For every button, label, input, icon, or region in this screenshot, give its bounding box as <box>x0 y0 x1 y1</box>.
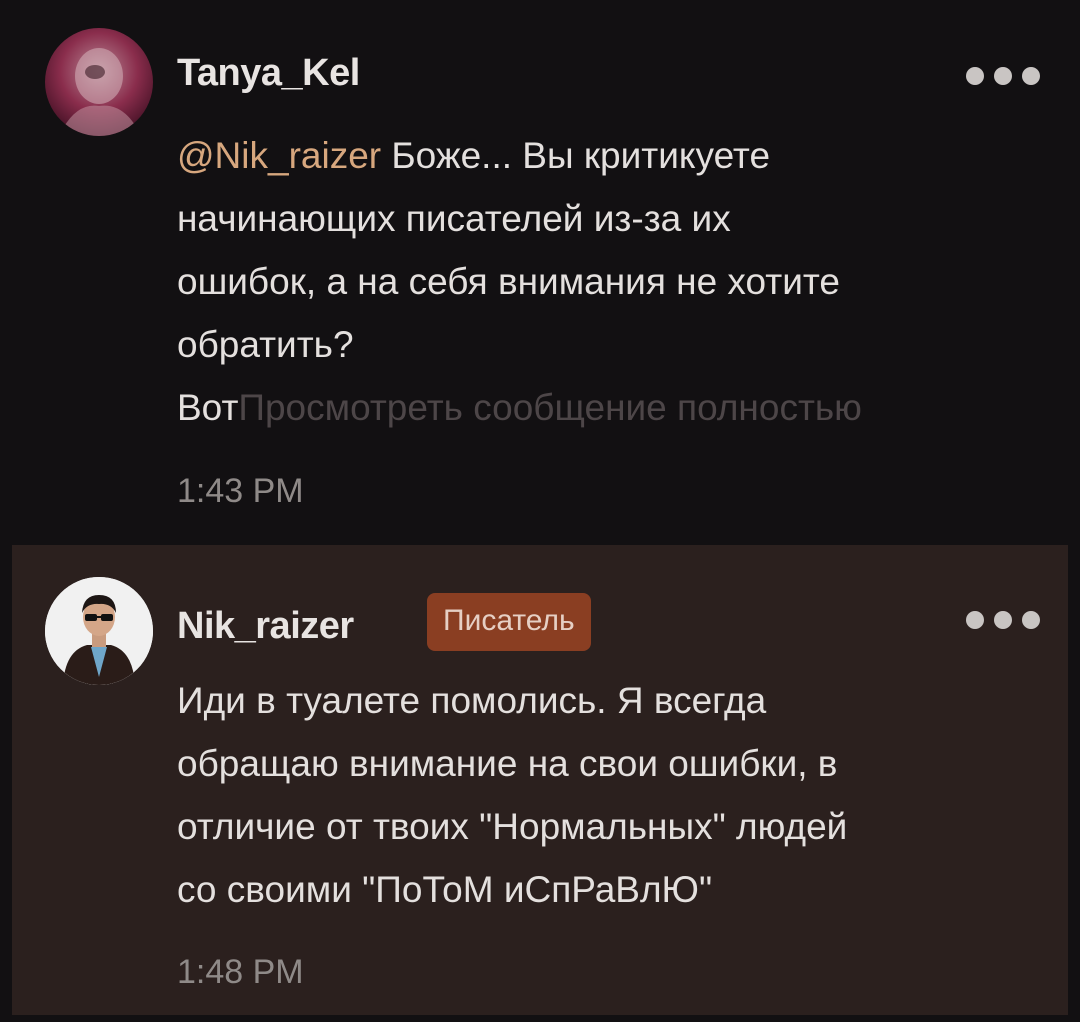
user-avatar-photo-icon <box>45 28 153 136</box>
show-full-message-link[interactable]: Просмотреть сообщение полностью <box>238 387 862 428</box>
more-options-icon[interactable] <box>966 61 1040 91</box>
comment-text-line: ошибок, а на себя внимания не хотите <box>177 261 841 302</box>
comment-item-highlighted: Nik_raizer Писатель Иди в туалете помоли… <box>12 545 1068 1015</box>
user-avatar[interactable] <box>45 577 153 685</box>
user-avatar[interactable] <box>45 28 153 136</box>
comment-text-line: обратить? <box>177 324 354 365</box>
comment-text-line: со своими "ПоТоМ иСпРаВлЮ" <box>177 869 713 910</box>
comment-text-line: начинающих писателей из-за их <box>177 198 731 239</box>
comment-text: Иди в туалете помолись. Я всегда обращаю… <box>177 669 847 921</box>
timestamp: 1:48 PM <box>177 953 304 991</box>
more-options-icon[interactable] <box>966 605 1040 635</box>
username[interactable]: Tanya_Kel <box>177 52 360 95</box>
username[interactable]: Nik_raizer <box>177 605 354 648</box>
comment-text: @Nik_raizer Боже... Вы критикуете начина… <box>177 124 862 439</box>
user-avatar-sunglasses-icon <box>45 577 153 685</box>
comment-thread: Tanya_Kel @Nik_raizer Боже... Вы критику… <box>0 0 1080 1022</box>
timestamp: 1:43 PM <box>177 472 304 510</box>
comment-text-line: обращаю внимание на свои ошибки, в <box>177 743 838 784</box>
comment-text-line: Иди в туалете помолись. Я всегда <box>177 680 767 721</box>
comment-item: Tanya_Kel @Nik_raizer Боже... Вы критику… <box>0 0 1080 540</box>
writer-badge: Писатель <box>427 593 591 651</box>
comment-text-line: отличие от твоих "Нормальных" людей <box>177 806 848 847</box>
comment-text-line: Вот <box>177 387 239 428</box>
comment-text-line: Боже... Вы критикуете <box>381 135 771 176</box>
mention-link[interactable]: @Nik_raizer <box>177 135 381 176</box>
